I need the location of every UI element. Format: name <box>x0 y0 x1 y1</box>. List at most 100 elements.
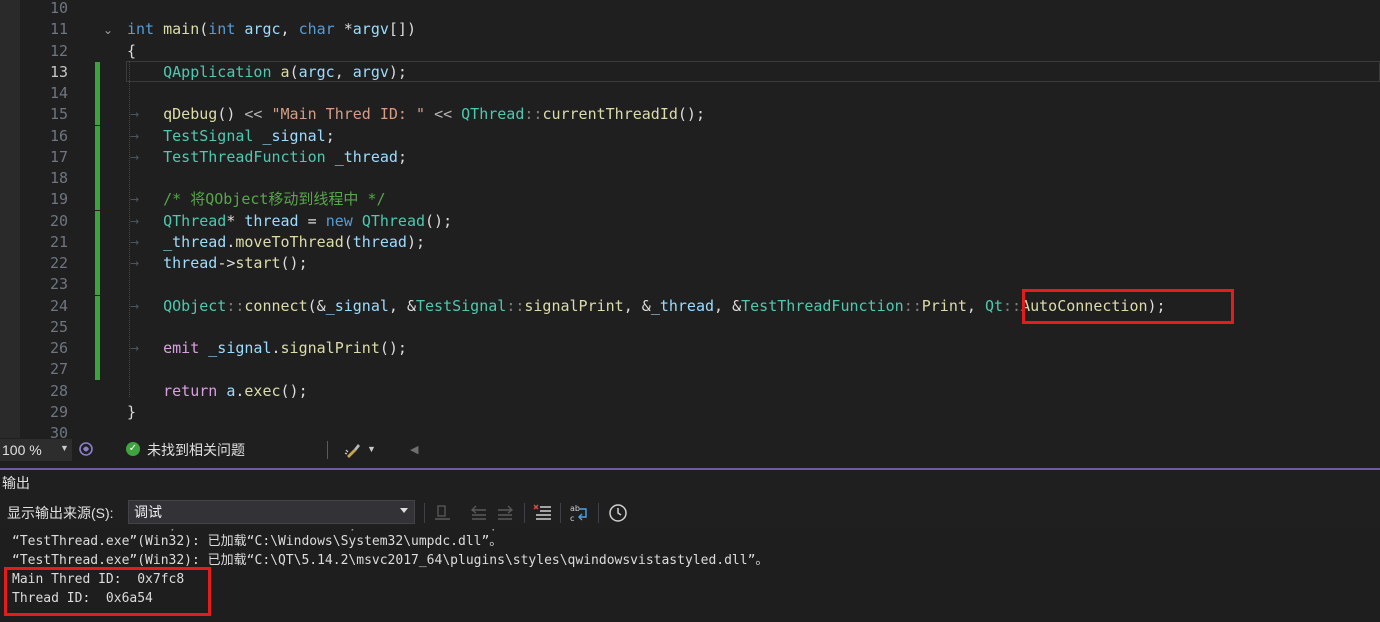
code-token: * <box>226 211 245 230</box>
code-line-22[interactable]: 22 thread->start(); → <box>0 253 1380 274</box>
code-text[interactable]: qDebug() << "Main Thred ID: " << QThread… <box>127 104 705 125</box>
line-number: 13 <box>49 62 68 81</box>
code-token: main <box>163 20 200 39</box>
change-marker <box>95 61 100 83</box>
clock-icon[interactable] <box>607 502 629 524</box>
code-line-18[interactable]: 18 <box>0 168 1380 189</box>
previous-message-icon[interactable] <box>468 502 490 524</box>
change-marker <box>95 295 100 317</box>
check-circle-icon: ✓ <box>126 442 140 456</box>
code-text[interactable]: /* 将QObject移动到线程中 */ <box>127 189 385 210</box>
output-panel-title: 输出 <box>2 475 30 491</box>
code-line-13[interactable]: 13 QApplication a(argc, argv); <box>0 61 1380 83</box>
code-token: ( <box>199 20 209 39</box>
code-token: Qt <box>984 296 1004 315</box>
change-marker <box>95 231 100 253</box>
code-token: connect <box>244 296 308 315</box>
zoom-dropdown[interactable]: 100 % ▼ <box>0 439 72 461</box>
find-message-icon[interactable] <box>432 502 454 524</box>
code-text[interactable]: emit _signal.signalPrint(); <box>127 338 407 359</box>
code-token: (); <box>425 211 453 230</box>
code-text[interactable]: QApplication a(argc, argv); <box>127 62 407 83</box>
code-token: QThread <box>163 211 227 230</box>
code-line-21[interactable]: 21 _thread.moveToThread(thread); → <box>0 231 1380 253</box>
change-marker <box>95 104 100 126</box>
code-token: emit <box>163 339 200 357</box>
output-source-value: 调试 <box>134 504 162 520</box>
copilot-icon[interactable] <box>78 441 94 457</box>
code-token: int <box>127 20 155 39</box>
output-text-area[interactable]: · · · “TestThread.exe”(Win32): 已加载“C:\Wi… <box>0 529 1380 622</box>
code-line-12[interactable]: 12 { <box>0 41 1380 62</box>
code-line-28[interactable]: 28 return a.exec(); <box>0 381 1380 402</box>
line-number: 27 <box>49 360 68 379</box>
code-token: , & <box>623 296 651 315</box>
code-line-20[interactable]: 20 QThread* thread = new QThread(); → <box>0 210 1380 232</box>
tab-arrow-icon: → <box>130 299 140 313</box>
change-marker <box>95 253 100 274</box>
code-token: { <box>127 41 137 60</box>
word-wrap-icon[interactable]: ab c <box>568 502 590 524</box>
code-line-10[interactable]: 10 <box>0 0 1380 19</box>
panel-splitter[interactable] <box>0 468 1380 470</box>
change-marker <box>95 168 100 189</box>
code-text[interactable]: return a.exec(); <box>127 381 308 402</box>
code-text[interactable]: _thread.moveToThread(thread); <box>127 232 425 253</box>
code-token: new <box>325 211 353 230</box>
code-line-15[interactable]: 15 qDebug() << "Main Thred ID: " << QThr… <box>0 104 1380 126</box>
code-token: . <box>271 339 281 357</box>
code-text[interactable]: QObject::connect(&_signal, &TestSignal::… <box>127 296 1165 317</box>
code-token: , & <box>714 296 742 315</box>
code-token: (); <box>280 381 308 400</box>
output-source-dropdown[interactable]: 调试 <box>128 500 415 524</box>
tab-arrow-icon: → <box>130 235 140 249</box>
code-text[interactable]: int main(int argc, char *argv[]) <box>127 19 416 40</box>
code-text[interactable]: QThread* thread = new QThread(); <box>127 211 452 232</box>
tab-arrow-icon: → <box>130 129 140 143</box>
svg-text:ab: ab <box>570 504 580 513</box>
code-token: []) <box>388 20 416 39</box>
code-line-17[interactable]: 17 TestThreadFunction _thread; → <box>0 146 1380 168</box>
line-number: 29 <box>49 402 68 421</box>
code-token: TestThreadFunction <box>741 296 904 315</box>
code-token: return <box>163 381 218 400</box>
change-marker <box>95 146 100 168</box>
code-line-29[interactable]: 29} <box>0 402 1380 423</box>
code-editor[interactable]: 10 11 ⌄ int main(int argc, char *argv[]) 12{… <box>0 0 1380 438</box>
code-line-27[interactable]: 27 <box>0 359 1380 381</box>
code-token: QObject <box>163 296 227 315</box>
code-line-16[interactable]: 16 TestSignal _signal; → <box>0 125 1380 147</box>
chevron-down-icon[interactable]: ▼ <box>367 444 376 454</box>
code-line-14[interactable]: 14 <box>0 83 1380 104</box>
code-text[interactable]: TestThreadFunction _thread; <box>127 147 407 168</box>
line-number: 23 <box>49 275 68 294</box>
fold-chevron-icon[interactable]: ⌄ <box>103 20 113 41</box>
code-text[interactable]: thread->start(); <box>127 253 308 274</box>
code-token: } <box>127 402 137 421</box>
code-text[interactable]: { <box>127 41 136 62</box>
code-token: QThread <box>461 105 525 124</box>
code-line-30[interactable]: 30 <box>0 423 1380 438</box>
line-number: 15 <box>49 105 68 124</box>
code-line-19[interactable]: 19 /* 将QObject移动到线程中 */ → <box>0 189 1380 211</box>
code-text[interactable]: TestSignal _signal; <box>127 126 335 147</box>
code-line-26[interactable]: 26 emit _signal.signalPrint(); → <box>0 338 1380 359</box>
code-token: moveToThread <box>235 232 344 251</box>
code-token: :: <box>903 296 922 315</box>
next-message-icon[interactable] <box>494 502 516 524</box>
code-token: TestSignal <box>163 126 254 145</box>
code-line-11[interactable]: 11 ⌄ int main(int argc, char *argv[]) <box>0 19 1380 40</box>
change-marker <box>95 316 100 338</box>
scroll-left-icon[interactable]: ◀ <box>410 443 418 456</box>
issues-status[interactable]: 未找到相关问题 <box>147 441 245 459</box>
clear-all-icon[interactable] <box>532 502 554 524</box>
code-text[interactable]: } <box>127 402 136 423</box>
code-cleanup-icon[interactable] <box>344 441 362 459</box>
code-token: _signal <box>208 339 272 357</box>
